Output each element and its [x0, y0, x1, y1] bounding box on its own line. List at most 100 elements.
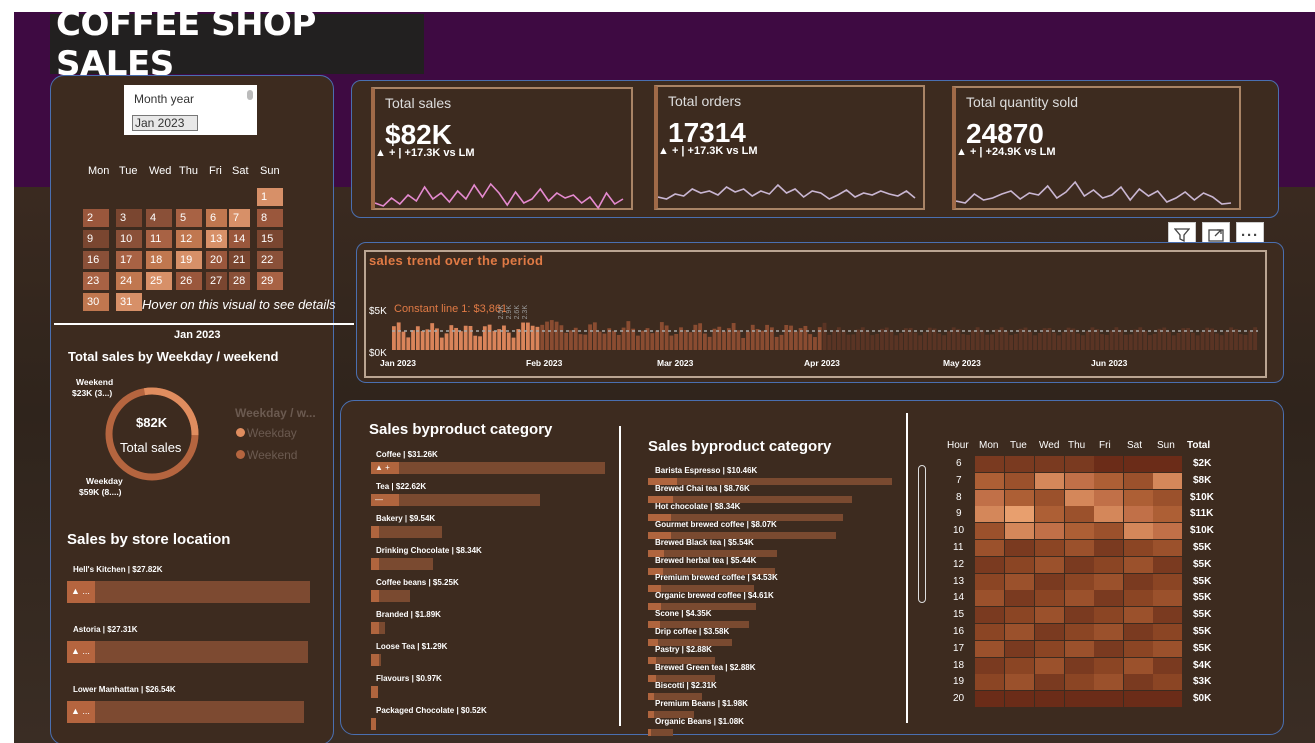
heatmap-cell[interactable] — [1065, 590, 1094, 607]
trend-bar[interactable] — [1152, 333, 1157, 350]
heatmap-cell[interactable] — [975, 691, 1004, 708]
trend-bar[interactable] — [415, 326, 420, 350]
heatmap-cell[interactable] — [1035, 674, 1064, 691]
heatmap-cell[interactable] — [975, 472, 1004, 489]
heatmap-cell[interactable] — [1124, 624, 1153, 640]
trend-bar[interactable] — [832, 330, 837, 350]
trend-bar[interactable] — [913, 332, 918, 350]
heatmap-cell[interactable] — [1005, 489, 1034, 506]
trend-bar[interactable] — [425, 329, 430, 350]
heatmap-cell[interactable] — [975, 573, 1004, 590]
trend-bar[interactable] — [1200, 332, 1205, 350]
trend-bar[interactable] — [564, 332, 569, 350]
heatmap-cell[interactable] — [1094, 506, 1123, 523]
trend-bar[interactable] — [458, 331, 463, 350]
calendar-date[interactable]: 3 — [116, 209, 142, 227]
calendar-date[interactable]: 18 — [146, 251, 172, 269]
heatmap-cell[interactable] — [1035, 540, 1064, 556]
trend-bar[interactable] — [482, 326, 487, 350]
heatmap-cell[interactable] — [1094, 691, 1123, 708]
trend-bar[interactable] — [970, 330, 975, 350]
heatmap-cell[interactable] — [975, 657, 1004, 674]
trend-bar[interactable] — [411, 330, 415, 350]
trend-bar[interactable] — [1133, 329, 1138, 350]
trend-bar[interactable] — [1224, 331, 1229, 350]
trend-bar[interactable] — [722, 331, 726, 350]
legend-weekend[interactable]: Weekend — [247, 448, 297, 462]
heatmap-cell[interactable] — [1035, 590, 1064, 607]
trend-bar[interactable] — [588, 324, 592, 350]
trend-bar[interactable] — [899, 333, 903, 350]
heatmap-cell[interactable] — [1005, 640, 1034, 657]
heatmap-cell[interactable] — [1124, 489, 1153, 506]
heatmap-cell[interactable] — [1065, 540, 1094, 556]
calendar-date[interactable]: 17 — [116, 251, 142, 269]
kpi-card[interactable]: Total quantity sold 24870 ▲ + | +24.9K vs … — [952, 86, 1241, 210]
heatmap-cell[interactable] — [1094, 573, 1123, 590]
trend-bar[interactable] — [487, 324, 492, 350]
trend-bar[interactable] — [616, 334, 621, 350]
heatmap-cell[interactable] — [1124, 573, 1153, 590]
calendar-date[interactable]: 24 — [116, 272, 142, 290]
trend-bar[interactable] — [1171, 335, 1176, 350]
heatmap-cell[interactable] — [975, 523, 1004, 540]
store-bar[interactable] — [67, 701, 304, 723]
heatmap-cell[interactable] — [975, 456, 1004, 472]
calendar-date[interactable]: 25 — [146, 272, 172, 290]
heatmap-cell[interactable] — [1005, 540, 1034, 556]
heatmap-cell[interactable] — [1153, 523, 1182, 540]
trend-bar[interactable] — [1095, 329, 1100, 350]
trend-bar[interactable] — [502, 325, 506, 350]
slicer-value[interactable]: Jan 2023 — [132, 115, 198, 131]
trend-bar[interactable] — [736, 330, 741, 350]
heatmap-cell[interactable] — [1065, 489, 1094, 506]
trend-bar[interactable] — [779, 334, 784, 350]
trend-bar[interactable] — [1090, 327, 1095, 350]
slicer-scroll-handle[interactable] — [247, 90, 253, 100]
calendar-date[interactable]: 10 — [116, 230, 142, 248]
calendar-date[interactable]: 28 — [229, 272, 250, 290]
calendar-date[interactable]: 26 — [176, 272, 202, 290]
trend-bar[interactable] — [870, 335, 875, 350]
heatmap-cell[interactable] — [1094, 590, 1123, 607]
trend-bar[interactable] — [808, 334, 813, 350]
heatmap-cell[interactable] — [1035, 506, 1064, 523]
calendar-date[interactable]: 20 — [206, 251, 227, 269]
product-bar[interactable] — [648, 728, 674, 736]
trend-bar[interactable] — [406, 337, 411, 350]
trend-bar[interactable] — [784, 324, 789, 350]
heatmap-cell[interactable] — [1065, 556, 1094, 573]
trend-bar[interactable] — [559, 325, 564, 350]
heatmap-cell[interactable] — [1065, 523, 1094, 540]
trend-bar[interactable] — [961, 334, 966, 350]
heatmap-cell[interactable] — [975, 624, 1004, 640]
trend-bar[interactable] — [473, 335, 478, 350]
trend-bar[interactable] — [1037, 332, 1042, 350]
trend-bar[interactable] — [875, 333, 880, 350]
calendar-date[interactable]: 13 — [206, 230, 227, 248]
trend-bar[interactable] — [650, 333, 655, 350]
heatmap-cell[interactable] — [1094, 489, 1123, 506]
trend-bar[interactable] — [1009, 335, 1014, 350]
trend-bar[interactable] — [942, 335, 947, 350]
heatmap-cell[interactable] — [1153, 590, 1182, 607]
calendar-date[interactable]: 11 — [146, 230, 172, 248]
heatmap-cell[interactable] — [1153, 556, 1182, 573]
trend-bar[interactable] — [966, 334, 970, 350]
trend-bar[interactable] — [731, 323, 736, 350]
trend-bar[interactable] — [693, 324, 698, 350]
heatmap-cell[interactable] — [1035, 624, 1064, 640]
trend-bar[interactable] — [750, 324, 755, 350]
heatmap-cell[interactable] — [1153, 657, 1182, 674]
heatmap-cell[interactable] — [1153, 472, 1182, 489]
trend-bar[interactable] — [492, 330, 497, 350]
trend-bar[interactable] — [655, 330, 659, 350]
trend-bar[interactable] — [822, 322, 827, 350]
trend-bar[interactable] — [1018, 328, 1023, 350]
store-bar[interactable] — [67, 581, 310, 603]
trend-bar[interactable] — [1234, 329, 1238, 350]
heatmap-cell[interactable] — [1153, 674, 1182, 691]
trend-bar[interactable] — [793, 331, 798, 350]
heatmap-cell[interactable] — [1065, 573, 1094, 590]
trend-bar[interactable] — [851, 334, 856, 350]
